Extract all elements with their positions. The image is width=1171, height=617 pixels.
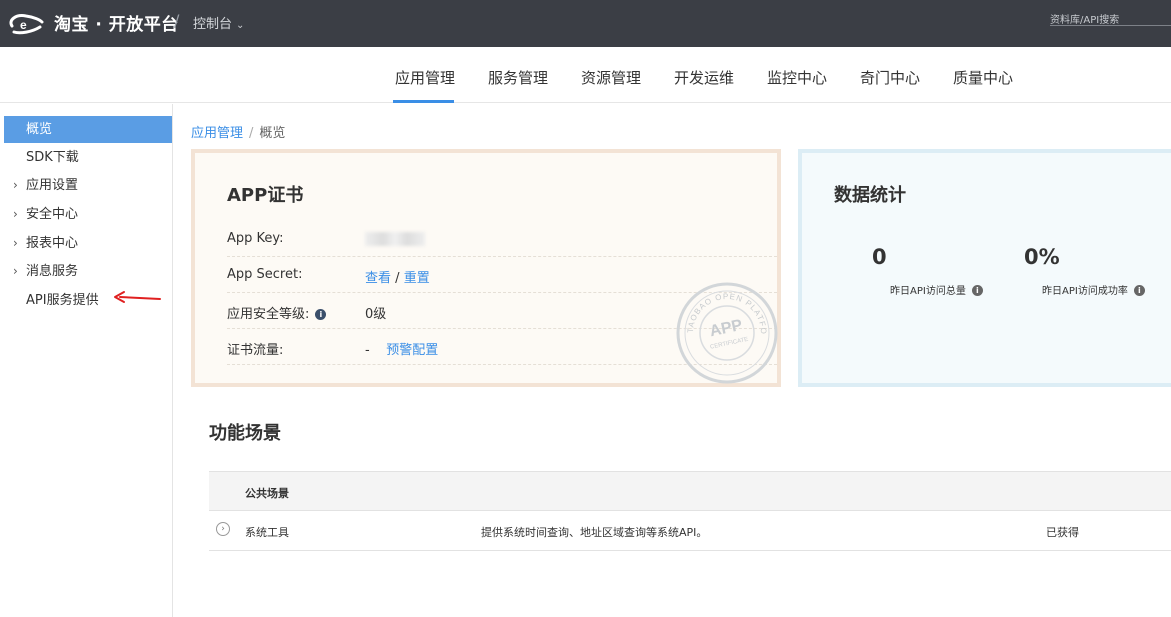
search-placeholder: 资料库/API搜索 [1050, 15, 1120, 26]
nav-devops[interactable]: 开发运维 [674, 67, 734, 88]
secret-action-separator: / [395, 271, 400, 286]
security-level-value: 0级 [365, 307, 387, 322]
view-secret-link[interactable]: 查看 [365, 271, 391, 286]
main-nav: 应用管理 服务管理 资源管理 开发运维 监控中心 奇门中心 质量中心 [0, 47, 1171, 103]
api-total-label-wrap: 昨日API访问总量 i [890, 282, 983, 297]
api-total-value: 0 [872, 245, 887, 269]
sidebar-item-label: 报表中心 [26, 236, 79, 251]
api-success-rate-value: 0% [1024, 245, 1060, 269]
sidebar-item-security-center[interactable]: › 安全中心 [4, 201, 172, 228]
nav-qimen[interactable]: 奇门中心 [860, 67, 920, 88]
alert-config-link[interactable]: 预警配置 [386, 343, 438, 358]
sidebar-item-sdk-download[interactable]: SDK下载 [4, 144, 172, 171]
cert-traffic-label: 证书流量: [227, 343, 284, 358]
api-success-rate-label: 昨日API访问成功率 [1042, 286, 1128, 297]
table-row[interactable]: › 系统工具 提供系统时间查询、地址区域查询等系统API。 已获得 [209, 511, 1171, 551]
app-secret-actions: 查看 / 重置 [365, 267, 430, 286]
chevron-right-icon: › [13, 264, 18, 278]
sidebar-item-report-center[interactable]: › 报表中心 [4, 230, 172, 257]
nav-quality[interactable]: 质量中心 [953, 67, 1013, 88]
console-dropdown[interactable]: 控制台 ⌄ [193, 13, 244, 32]
nav-monitoring[interactable]: 监控中心 [767, 67, 827, 88]
info-icon[interactable]: i [315, 309, 327, 320]
scene-table-header: 公共场景 [209, 471, 1171, 511]
info-icon[interactable]: i [971, 285, 983, 296]
sidebar-item-app-settings[interactable]: › 应用设置 [4, 172, 172, 199]
cert-title: APP证书 [227, 185, 304, 206]
svg-text:e: e [20, 18, 27, 32]
sidebar-item-label: API服务提供 [26, 293, 99, 308]
stamp-text-center: APP [708, 317, 744, 341]
breadcrumb: 应用管理 / 概览 [191, 122, 285, 141]
sidebar-item-label: 安全中心 [26, 207, 79, 222]
reset-secret-link[interactable]: 重置 [404, 271, 430, 286]
sidebar-item-label: SDK下载 [26, 150, 79, 165]
sidebar: 概览 SDK下载 › 应用设置 › 安全中心 › 报表中心 › 消息服务 API… [0, 104, 173, 617]
scene-description: 提供系统时间查询、地址区域查询等系统API。 [481, 526, 708, 539]
app-secret-label: App Secret: [227, 267, 303, 282]
sidebar-item-label: 消息服务 [26, 264, 79, 279]
breadcrumb-current: 概览 [259, 126, 286, 141]
cert-traffic-value: - [365, 343, 370, 358]
breadcrumb-app-management[interactable]: 应用管理 [191, 126, 243, 141]
app-certificate-stamp-icon: TAOBAO OPEN PLATFORM APP CERTIFICATE [675, 281, 778, 384]
app-key-value-redacted [365, 231, 425, 246]
console-label: 控制台 [193, 17, 233, 32]
chevron-down-icon: ⌄ [236, 20, 245, 31]
chevron-right-icon: › [13, 236, 18, 250]
security-level-label-wrap: 应用安全等级: i [227, 303, 327, 322]
sidebar-item-label: 应用设置 [26, 178, 79, 193]
info-icon[interactable]: i [1133, 285, 1145, 296]
public-scene-header: 公共场景 [245, 487, 289, 500]
platform-title[interactable]: 淘宝 · 开放平台 [54, 10, 179, 35]
chevron-right-icon: › [13, 207, 18, 221]
nav-resource-management[interactable]: 资源管理 [581, 67, 641, 88]
statistics-card: 数据统计 0 昨日API访问总量 i 0% 昨日API访问成功率 i [798, 149, 1171, 387]
active-tab-indicator [393, 100, 454, 103]
chevron-right-icon: › [13, 178, 18, 192]
scene-status: 已获得 [1046, 526, 1079, 539]
app-key-row: App Key: [227, 221, 777, 257]
sidebar-item-message-service[interactable]: › 消息服务 [4, 258, 172, 285]
scene-name: 系统工具 [245, 526, 289, 539]
app-key-label: App Key: [227, 231, 284, 246]
red-arrow-annotation-icon [114, 291, 161, 303]
sidebar-item-overview[interactable]: 概览 [4, 116, 172, 143]
nav-service-management[interactable]: 服务管理 [488, 67, 548, 88]
app-certificate-card: APP证书 App Key: App Secret: 查看 / 重置 应用安全等… [191, 149, 781, 387]
api-search-input[interactable]: 资料库/API搜索 [1050, 8, 1171, 26]
title-separator: / [174, 11, 180, 30]
expand-row-icon[interactable]: › [216, 522, 230, 536]
cert-traffic-value-wrap: - 预警配置 [365, 339, 438, 358]
breadcrumb-separator: / [249, 126, 254, 141]
api-success-rate-label-wrap: 昨日API访问成功率 i [1042, 282, 1145, 297]
api-total-label: 昨日API访问总量 [890, 286, 966, 297]
security-level-label: 应用安全等级: [227, 307, 310, 322]
top-bar: e 淘宝 · 开放平台 / 控制台 ⌄ 资料库/API搜索 [0, 0, 1171, 47]
nav-app-management[interactable]: 应用管理 [395, 67, 455, 88]
sidebar-item-label: 概览 [26, 122, 53, 137]
alibaba-logo-icon[interactable]: e [6, 10, 46, 36]
stats-title: 数据统计 [834, 185, 906, 206]
feature-scenes-title: 功能场景 [209, 423, 281, 444]
